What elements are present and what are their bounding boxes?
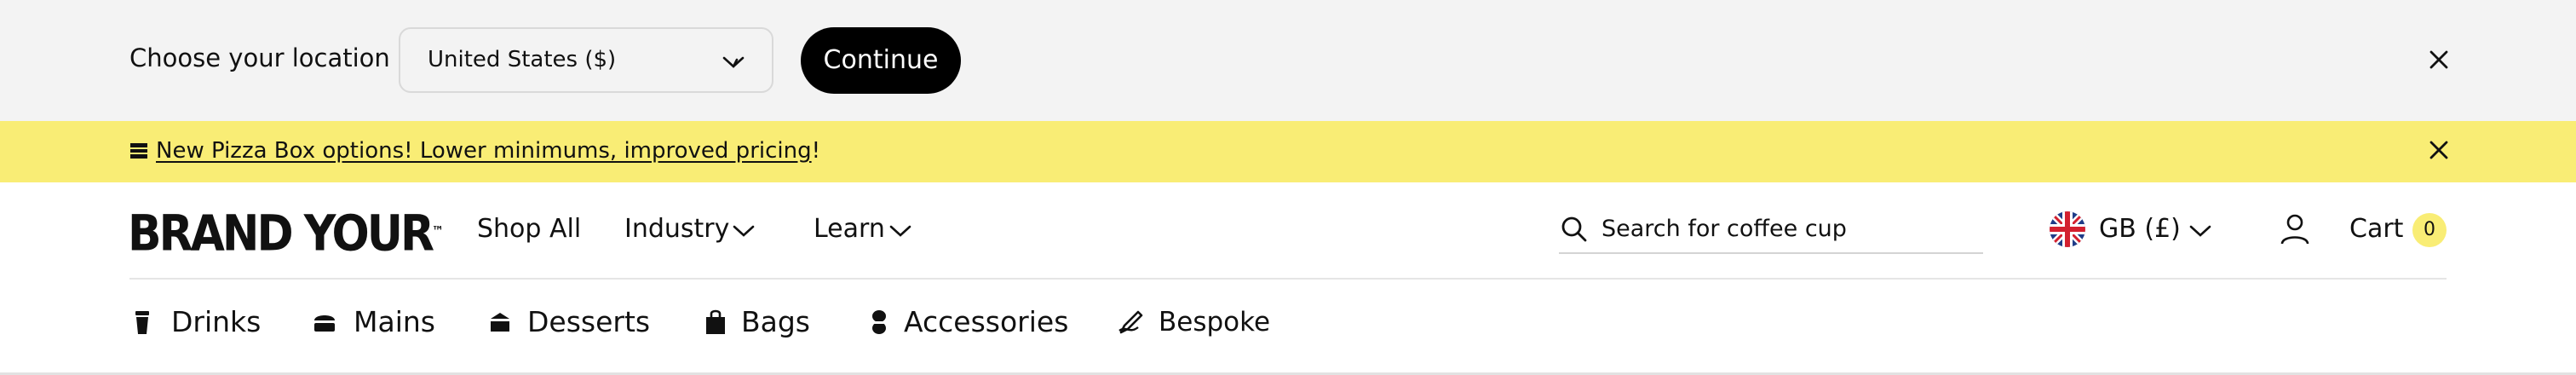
chevron-down-icon <box>722 56 745 68</box>
category-label: Accessories <box>904 305 1069 338</box>
promo-trailing: ! <box>811 138 821 164</box>
accessories-icon <box>872 310 886 334</box>
location-bar: Choose your location United States ($) C… <box>0 0 2576 121</box>
category-accessories[interactable]: Accessories <box>867 303 1072 341</box>
bag-icon <box>706 309 725 334</box>
category-label: Bespoke <box>1159 307 1271 338</box>
close-icon[interactable] <box>2426 137 2452 163</box>
chevron-down-icon <box>889 225 911 237</box>
promo-text: New Pizza Box options! Lower minimums, i… <box>156 135 820 167</box>
search-icon <box>1561 216 1587 242</box>
category-label: Bags <box>741 305 811 338</box>
promo-link[interactable]: New Pizza Box options! Lower minimums, i… <box>156 138 812 164</box>
country-select-value: United States ($) <box>428 47 617 72</box>
chevron-down-icon <box>2189 225 2211 237</box>
account-icon[interactable] <box>2280 213 2310 245</box>
category-label: Mains <box>354 305 435 338</box>
category-mains[interactable]: Mains <box>313 303 440 341</box>
category-desserts[interactable]: Desserts <box>488 303 650 341</box>
cake-icon <box>491 313 509 332</box>
nav-shop-all[interactable]: Shop All <box>477 211 581 247</box>
header-divider <box>129 278 2447 280</box>
category-bags[interactable]: Bags <box>704 303 814 341</box>
pizza-box-icon <box>130 143 147 159</box>
category-label: Drinks <box>171 305 262 338</box>
promo-banner: New Pizza Box options! Lower minimums, i… <box>0 121 2576 182</box>
nav-learn[interactable]: Learn <box>814 211 885 247</box>
logo-trademark: ™ <box>431 224 444 240</box>
cart-count-badge: 0 <box>2412 213 2447 247</box>
site-header: BRAND YOUR™ Shop All Industry Learn Sear… <box>0 182 2576 278</box>
pen-icon <box>1118 310 1143 334</box>
continue-button[interactable]: Continue <box>801 27 961 94</box>
uk-flag-icon <box>2050 211 2085 247</box>
search-bar[interactable]: Search for coffee cup <box>1559 208 1983 254</box>
brand-logo[interactable]: BRAND YOUR™ <box>128 206 444 262</box>
location-label: Choose your location <box>129 43 390 72</box>
logo-text: BRAND YOUR <box>128 205 434 263</box>
close-icon[interactable] <box>2426 47 2452 72</box>
search-input[interactable]: Search for coffee cup <box>1601 213 1847 245</box>
category-bespoke[interactable]: Bespoke <box>1118 303 1270 341</box>
burger-box-icon <box>314 315 335 332</box>
cart-link[interactable]: Cart <box>2349 211 2403 247</box>
country-select[interactable]: United States ($) <box>399 27 773 93</box>
nav-industry[interactable]: Industry <box>624 211 729 247</box>
currency-selector[interactable]: GB (£) <box>2099 211 2181 247</box>
chevron-down-icon <box>733 225 755 237</box>
category-drinks[interactable]: Drinks <box>132 303 268 341</box>
cup-icon <box>135 311 149 334</box>
category-label: Desserts <box>527 305 651 338</box>
